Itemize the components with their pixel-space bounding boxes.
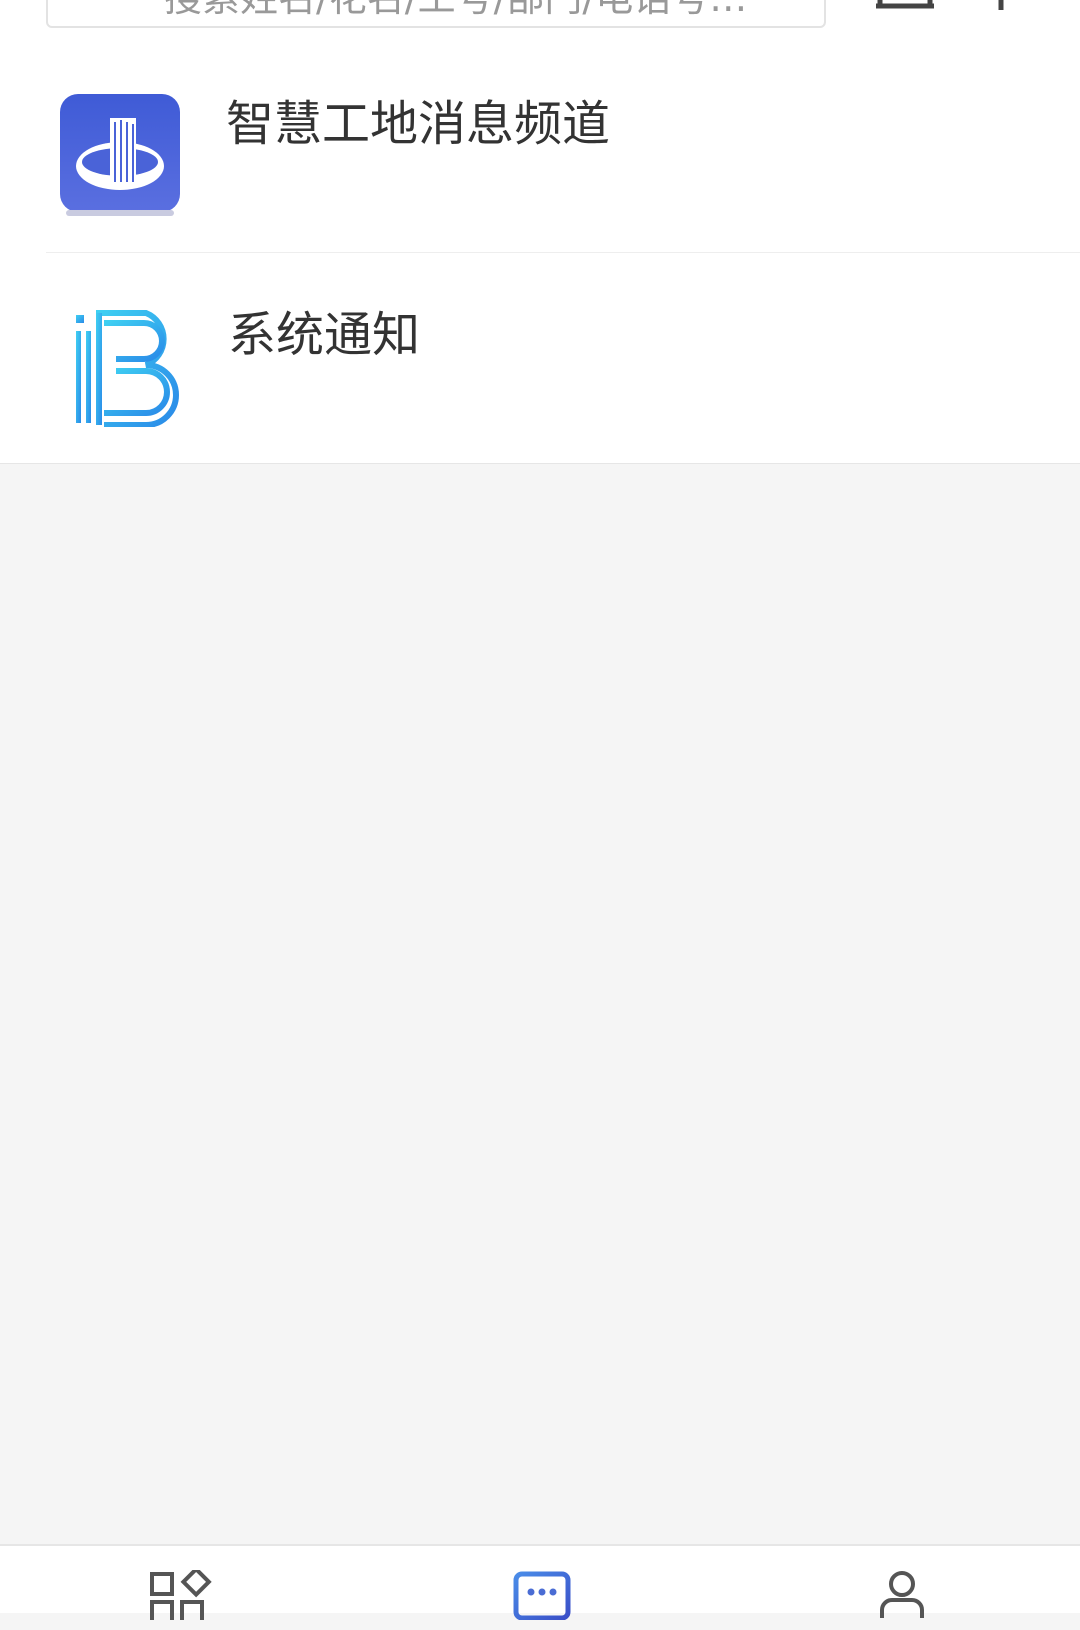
- building-app-logo: [60, 94, 180, 216]
- search-icon: [92, 0, 136, 2]
- plus-icon[interactable]: [972, 0, 1030, 12]
- nav-item-workbench[interactable]: [120, 1570, 240, 1630]
- list-item[interactable]: 系统通知: [46, 252, 1080, 463]
- bottom-nav: [0, 1544, 1080, 1620]
- search-placeholder: 搜索姓名/花名/工号/部门/电话号…: [164, 0, 747, 20]
- search-input[interactable]: 搜索姓名/花名/工号/部门/电话号…: [46, 0, 826, 28]
- nav-item-messages[interactable]: [482, 1570, 602, 1630]
- top-bar: 搜索姓名/花名/工号/部门/电话号…: [0, 0, 1080, 42]
- message-title: 系统通知: [228, 307, 421, 363]
- nav-item-profile[interactable]: [842, 1570, 962, 1630]
- message-list: 智慧工地消息频道 系统通知: [0, 42, 1080, 464]
- scan-icon[interactable]: [876, 0, 934, 10]
- ib-logo: [76, 310, 179, 427]
- list-item[interactable]: 智慧工地消息频道: [0, 42, 1080, 252]
- message-title: 智慧工地消息频道: [226, 96, 611, 152]
